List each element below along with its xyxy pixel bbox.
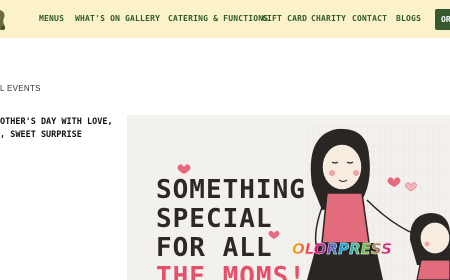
nav-item-gallery[interactable]: GALLERY bbox=[125, 14, 160, 23]
post-title[interactable]: OTHER'S DAY WITH LOVE, , SWEET SURPRISE bbox=[0, 116, 113, 142]
order-button[interactable]: OR bbox=[435, 9, 450, 30]
hero-line-1: SOMETHING bbox=[156, 175, 306, 205]
site-header: MENUS WHAT'S ON GALLERY CATERING & FUNCT… bbox=[0, 0, 450, 38]
main-nav: MENUS WHAT'S ON GALLERY CATERING & FUNCT… bbox=[0, 0, 450, 38]
breadcrumb[interactable]: L EVENTS bbox=[0, 84, 41, 93]
nav-item-charity[interactable]: CHARITY bbox=[311, 14, 346, 23]
heart-icon bbox=[177, 164, 191, 174]
hero-image: SOMETHING SPECIAL FOR ALL THE MOMS! bbox=[127, 115, 450, 280]
nav-item-whats-on[interactable]: WHAT'S ON bbox=[75, 14, 120, 23]
nav-item-catering-functions[interactable]: CATERING & FUNCTIONS bbox=[168, 14, 268, 23]
hero-line-2: SPECIAL bbox=[156, 204, 273, 234]
nav-item-blogs[interactable]: BLOGS bbox=[396, 14, 421, 23]
hero-line-3: FOR ALL bbox=[156, 233, 273, 263]
nav-item-gift-card[interactable]: GIFT CARD bbox=[262, 14, 307, 23]
hero-line-4: THE MOMS! bbox=[156, 262, 306, 280]
nav-item-menus[interactable]: MENUS bbox=[39, 14, 64, 23]
nav-item-contact[interactable]: CONTACT bbox=[352, 14, 387, 23]
